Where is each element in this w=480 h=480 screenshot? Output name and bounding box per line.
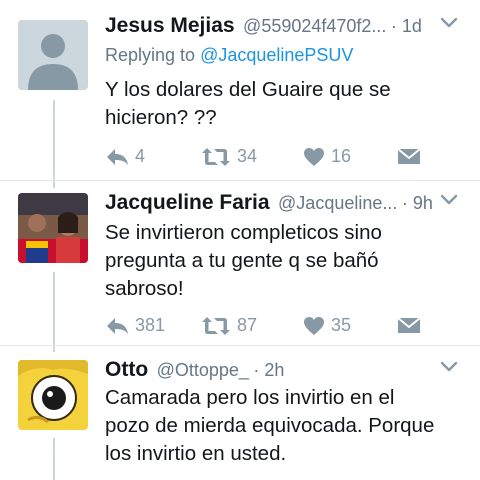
reply-icon bbox=[107, 317, 128, 334]
timestamp[interactable]: · 9h bbox=[402, 193, 433, 213]
timestamp[interactable]: · 1d bbox=[391, 16, 422, 36]
retweet-icon bbox=[202, 147, 230, 166]
replying-to: Replying to @JacquelinePSUV bbox=[105, 45, 353, 66]
chevron-down-icon[interactable] bbox=[440, 16, 458, 30]
reply-button[interactable]: 381 bbox=[105, 315, 165, 336]
reply-button[interactable]: 4 bbox=[105, 146, 145, 167]
like-button[interactable]: 35 bbox=[303, 315, 351, 336]
tweet-2[interactable]: Jacqueline Faria @Jacqueline... · 9h Se … bbox=[0, 181, 480, 345]
like-button[interactable]: 16 bbox=[303, 146, 351, 167]
envelope-icon bbox=[397, 148, 421, 164]
retweet-icon bbox=[202, 316, 230, 335]
tweet-text: Se invirtieron completicos sino pregunta… bbox=[105, 221, 382, 300]
reply-count: 4 bbox=[135, 146, 146, 166]
retweet-button[interactable]: 87 bbox=[201, 315, 257, 336]
photo-avatar-icon bbox=[18, 193, 88, 263]
chevron-down-icon[interactable] bbox=[440, 360, 458, 374]
display-name[interactable]: Otto bbox=[105, 358, 148, 381]
chevron-down-icon[interactable] bbox=[440, 193, 458, 207]
tweet-text: Y los dolares del Guaire que se hicieron… bbox=[105, 78, 391, 129]
direct-message-button[interactable] bbox=[397, 146, 421, 166]
retweet-count: 34 bbox=[237, 146, 258, 166]
avatar[interactable] bbox=[18, 360, 88, 430]
envelope-icon bbox=[397, 317, 421, 333]
avatar[interactable] bbox=[18, 20, 88, 90]
direct-message-button[interactable] bbox=[397, 315, 421, 335]
heart-icon bbox=[304, 147, 324, 166]
replying-handle-link[interactable]: @JacquelinePSUV bbox=[200, 45, 353, 65]
tweet-text: Camarada pero los invirtio en el pozo de… bbox=[105, 386, 435, 465]
tweet-header: Jacqueline Faria @Jacqueline... · 9h bbox=[105, 191, 480, 221]
replying-prefix: Replying to bbox=[105, 45, 196, 65]
timestamp[interactable]: · 2h bbox=[253, 360, 284, 380]
tweet-3[interactable]: Otto @Ottoppe_ · 2h Camarada pero los in… bbox=[0, 346, 480, 480]
display-name[interactable]: Jacqueline Faria bbox=[105, 191, 270, 214]
tweet-1[interactable]: Jesus Mejias @559024f470f2... · 1d Reply… bbox=[0, 0, 480, 180]
user-handle[interactable]: @Ottoppe_ bbox=[157, 360, 249, 380]
tweet-actions: 4 34 16 bbox=[105, 146, 445, 170]
like-count: 16 bbox=[331, 146, 352, 166]
cartoon-eye-avatar-icon bbox=[18, 360, 88, 430]
user-handle[interactable]: @559024f470f2... bbox=[243, 16, 386, 36]
avatar[interactable] bbox=[18, 193, 88, 263]
user-handle[interactable]: @Jacqueline... bbox=[278, 193, 397, 213]
tweet-actions: 381 87 35 bbox=[105, 315, 445, 339]
tweet-header: Jesus Mejias @559024f470f2... · 1d bbox=[105, 14, 480, 44]
retweet-count: 87 bbox=[237, 315, 258, 335]
default-avatar-icon bbox=[18, 20, 88, 90]
reply-count: 381 bbox=[135, 315, 166, 335]
display-name[interactable]: Jesus Mejias bbox=[105, 14, 235, 37]
heart-icon bbox=[304, 316, 324, 335]
like-count: 35 bbox=[331, 315, 352, 335]
reply-icon bbox=[107, 148, 128, 165]
retweet-button[interactable]: 34 bbox=[201, 146, 257, 167]
